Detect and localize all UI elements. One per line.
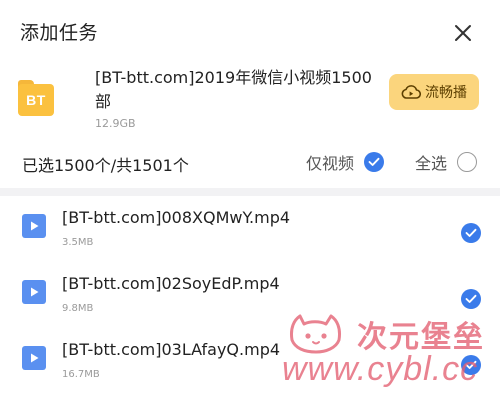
close-button[interactable] [448, 18, 478, 48]
video-file-icon [22, 214, 46, 238]
dialog-header: 添加任务 [0, 0, 500, 64]
video-only-check-icon [364, 152, 385, 172]
torrent-info: BT [BT-btt.com]2019年微信小视频1500部 12.9GB 流畅… [0, 62, 500, 142]
dialog-title: 添加任务 [20, 22, 99, 44]
video-only-label: 仅视频 [306, 154, 355, 173]
file-row[interactable]: [BT-btt.com]008XQMwY.mp4 3.5MB [0, 196, 500, 262]
select-all-toggle[interactable]: 全选 [415, 150, 478, 174]
section-divider [0, 188, 500, 196]
file-name: [BT-btt.com]03LAfayQ.mp4 [62, 340, 281, 359]
smooth-play-button[interactable]: 流畅播 [389, 74, 479, 110]
selection-count: 已选1500个/共1501个 [22, 156, 189, 175]
file-size: 16.7MB [62, 369, 100, 380]
close-icon [455, 25, 471, 41]
file-name: [BT-btt.com]02SoyEdP.mp4 [62, 274, 280, 293]
file-check-icon[interactable] [461, 223, 481, 243]
select-all-label: 全选 [415, 154, 448, 173]
watermark: 次元堡垒 www.cybl.cc [282, 308, 497, 393]
watermark-url: www.cybl.cc [282, 350, 479, 388]
file-size: 9.8MB [62, 303, 94, 314]
cloud-play-icon [401, 85, 421, 99]
video-only-toggle[interactable]: 仅视频 [306, 150, 385, 174]
bt-folder-label: BT [18, 84, 54, 116]
select-all-unchecked-icon [457, 152, 478, 172]
video-file-icon [22, 346, 46, 370]
cat-logo-icon [290, 314, 341, 354]
file-size: 3.5MB [62, 237, 94, 248]
add-task-dialog: 添加任务 BT [BT-btt.com]2019年微信小视频1500部 12.9… [0, 0, 500, 395]
bt-folder-icon: BT [18, 80, 54, 116]
smooth-play-label: 流畅播 [425, 85, 467, 101]
video-file-icon [22, 280, 46, 304]
torrent-name: [BT-btt.com]2019年微信小视频1500部 [95, 68, 372, 111]
file-check-icon[interactable] [461, 289, 481, 309]
file-name: [BT-btt.com]008XQMwY.mp4 [62, 208, 291, 227]
torrent-size: 12.9GB [95, 117, 136, 130]
selection-bar: 已选1500个/共1501个 仅视频 全选 [0, 140, 500, 184]
